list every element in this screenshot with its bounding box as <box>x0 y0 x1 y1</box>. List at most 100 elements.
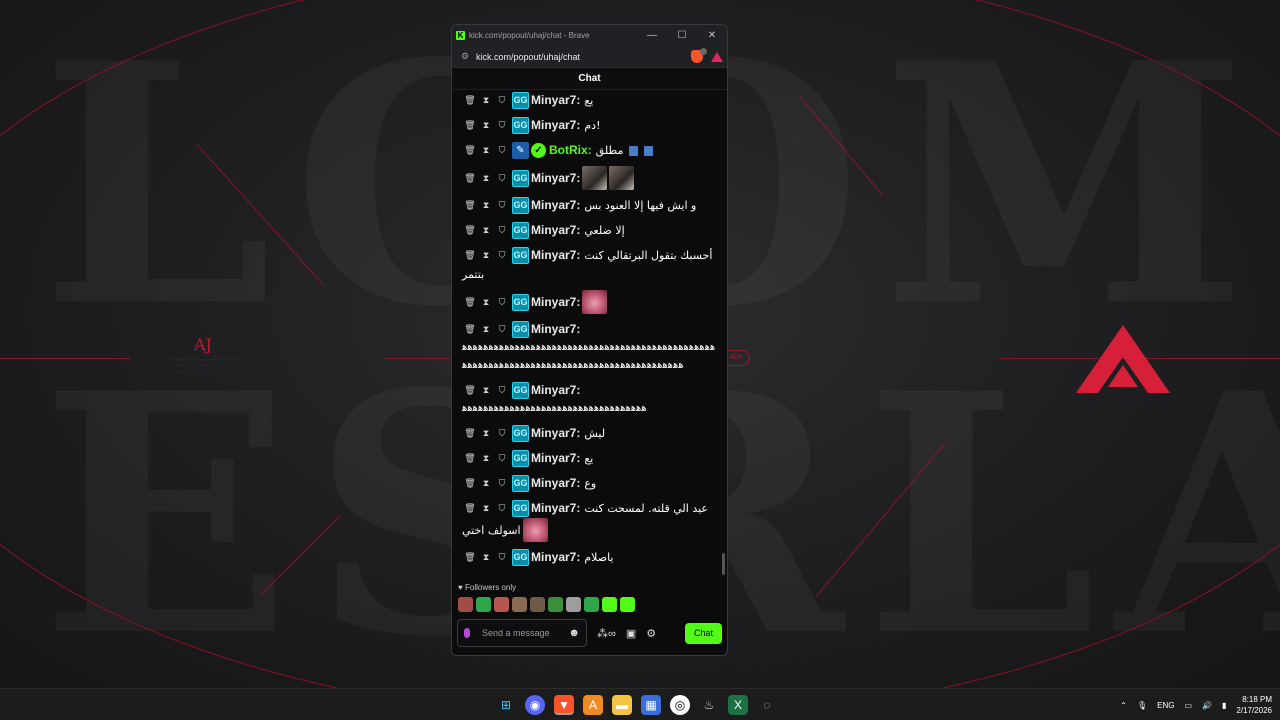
delete-icon[interactable]: 🗑 <box>462 320 478 339</box>
clock[interactable]: 8:18 PM 2/17/2026 <box>1236 694 1272 716</box>
chat-messages[interactable]: 🗑 ⧗ ⛉ GG Minyar7: يع 🗑 ⧗ ⛉ GG Minyar7: دم! 🗑 ⧗ ⛉ ✎ ✓ BotR… <box>452 91 727 581</box>
emote-4[interactable] <box>512 597 527 612</box>
timeout-icon[interactable]: ⧗ <box>478 221 494 240</box>
delete-icon[interactable]: 🗑 <box>462 424 478 443</box>
gift-icon[interactable]: ▣ <box>626 627 636 640</box>
app-a-icon[interactable]: A <box>583 695 603 715</box>
close-icon[interactable]: ✕ <box>697 30 727 41</box>
chat-scrollbar[interactable] <box>722 553 725 575</box>
timeout-icon[interactable]: ⧗ <box>478 548 494 567</box>
start-icon[interactable]: ⊞ <box>496 695 516 715</box>
mic-tray-icon[interactable]: 🎙 <box>1137 701 1147 710</box>
timeout-icon[interactable]: ⧗ <box>478 499 494 518</box>
brave-shield-icon[interactable] <box>691 48 707 63</box>
obs-icon[interactable]: ◎ <box>670 695 690 715</box>
delete-icon[interactable]: 🗑 <box>462 293 478 312</box>
send-chat-button[interactable]: Chat <box>685 622 722 644</box>
chat-username[interactable]: Minyar7: <box>531 91 580 110</box>
emoji-icon[interactable]: ☻ <box>568 627 580 639</box>
timeout-icon[interactable]: ⧗ <box>478 169 494 188</box>
timeout-icon[interactable]: ⧗ <box>478 474 494 493</box>
emote-8[interactable] <box>584 597 599 612</box>
ban-icon[interactable]: ⛉ <box>494 474 510 493</box>
timeout-icon[interactable]: ⧗ <box>478 381 494 400</box>
chat-username[interactable]: Minyar7: <box>531 449 580 468</box>
site-settings-icon[interactable]: ⚙ <box>456 51 474 62</box>
chat-username[interactable]: Minyar7: <box>531 499 580 518</box>
chat-username[interactable]: Minyar7: <box>531 293 580 312</box>
url-field[interactable]: kick.com/popout/uhaj/chat <box>474 52 691 62</box>
timeout-icon[interactable]: ⧗ <box>478 91 494 110</box>
delete-icon[interactable]: 🗑 <box>462 381 478 400</box>
battery-icon[interactable]: ▮ <box>1222 701 1226 710</box>
volume-icon[interactable]: 🔊 <box>1202 701 1212 710</box>
ban-icon[interactable]: ⛉ <box>494 548 510 567</box>
chat-username[interactable]: BotRix: <box>549 141 592 160</box>
ban-icon[interactable]: ⛉ <box>494 141 510 160</box>
emote-1[interactable] <box>458 597 473 612</box>
delete-icon[interactable]: 🗑 <box>462 449 478 468</box>
timeout-icon[interactable]: ⧗ <box>478 293 494 312</box>
timeout-icon[interactable]: ⧗ <box>478 424 494 443</box>
chat-username[interactable]: Minyar7: <box>531 221 580 240</box>
delete-icon[interactable]: 🗑 <box>462 116 478 135</box>
timeout-icon[interactable]: ⧗ <box>478 116 494 135</box>
minimize-icon[interactable]: — <box>637 30 667 41</box>
timeout-icon[interactable]: ⧗ <box>478 141 494 160</box>
file-explorer-icon[interactable]: ▬ <box>612 695 632 715</box>
chat-username[interactable]: Minyar7: <box>531 548 580 567</box>
chat-username[interactable]: Minyar7: <box>531 246 580 265</box>
emote-3[interactable] <box>494 597 509 612</box>
delete-icon[interactable]: 🗑 <box>462 474 478 493</box>
ban-icon[interactable]: ⛉ <box>494 320 510 339</box>
chat-input[interactable]: Send a message ☻ <box>457 619 587 647</box>
emote-9[interactable] <box>602 597 617 612</box>
timeout-icon[interactable]: ⧗ <box>478 246 494 265</box>
ban-icon[interactable]: ⛉ <box>494 449 510 468</box>
ban-icon[interactable]: ⛉ <box>494 381 510 400</box>
delete-icon[interactable]: 🗑 <box>462 141 478 160</box>
discord-icon[interactable]: ◉ <box>525 695 545 715</box>
ban-icon[interactable]: ⛉ <box>494 221 510 240</box>
brave-rewards-icon[interactable] <box>711 51 723 62</box>
chat-username[interactable]: Minyar7: <box>531 169 580 188</box>
points-icon[interactable]: ⁂∞ <box>597 627 616 640</box>
ban-icon[interactable]: ⛉ <box>494 424 510 443</box>
delete-icon[interactable]: 🗑 <box>462 499 478 518</box>
ban-icon[interactable]: ⛉ <box>494 246 510 265</box>
emote-6[interactable] <box>548 597 563 612</box>
settings-gear-icon[interactable]: ⚙ <box>646 627 656 640</box>
ban-icon[interactable]: ⛉ <box>494 196 510 215</box>
steam-icon[interactable]: ♨ <box>699 695 719 715</box>
delete-icon[interactable]: 🗑 <box>462 548 478 567</box>
chat-username[interactable]: Minyar7: <box>531 116 580 135</box>
network-icon[interactable]: ▭ <box>1184 701 1192 710</box>
emote-7[interactable] <box>566 597 581 612</box>
emote-2[interactable] <box>476 597 491 612</box>
timeout-icon[interactable]: ⧗ <box>478 196 494 215</box>
chat-username[interactable]: Minyar7: <box>531 320 580 339</box>
ban-icon[interactable]: ⛉ <box>494 499 510 518</box>
microphone-icon[interactable] <box>464 628 470 638</box>
emote-5[interactable] <box>530 597 545 612</box>
timeout-icon[interactable]: ⧗ <box>478 449 494 468</box>
delete-icon[interactable]: 🗑 <box>462 91 478 110</box>
chat-username[interactable]: Minyar7: <box>531 474 580 493</box>
chevron-up-icon[interactable]: ⌃ <box>1120 701 1127 710</box>
chat-username[interactable]: Minyar7: <box>531 381 580 400</box>
timeout-icon[interactable]: ⧗ <box>478 320 494 339</box>
app-circle-icon[interactable]: ◌ <box>757 695 777 715</box>
delete-icon[interactable]: 🗑 <box>462 246 478 265</box>
chat-username[interactable]: Minyar7: <box>531 424 580 443</box>
message-input[interactable]: Send a message <box>482 628 568 638</box>
delete-icon[interactable]: 🗑 <box>462 221 478 240</box>
delete-icon[interactable]: 🗑 <box>462 169 478 188</box>
language-indicator[interactable]: ENG <box>1157 701 1174 710</box>
chat-username[interactable]: Minyar7: <box>531 196 580 215</box>
emote-10[interactable] <box>620 597 635 612</box>
maximize-icon[interactable]: ☐ <box>667 30 697 41</box>
app-blue-icon[interactable]: ▦ <box>641 695 661 715</box>
ban-icon[interactable]: ⛉ <box>494 293 510 312</box>
ban-icon[interactable]: ⛉ <box>494 116 510 135</box>
brave-icon[interactable]: ▼ <box>554 695 574 715</box>
